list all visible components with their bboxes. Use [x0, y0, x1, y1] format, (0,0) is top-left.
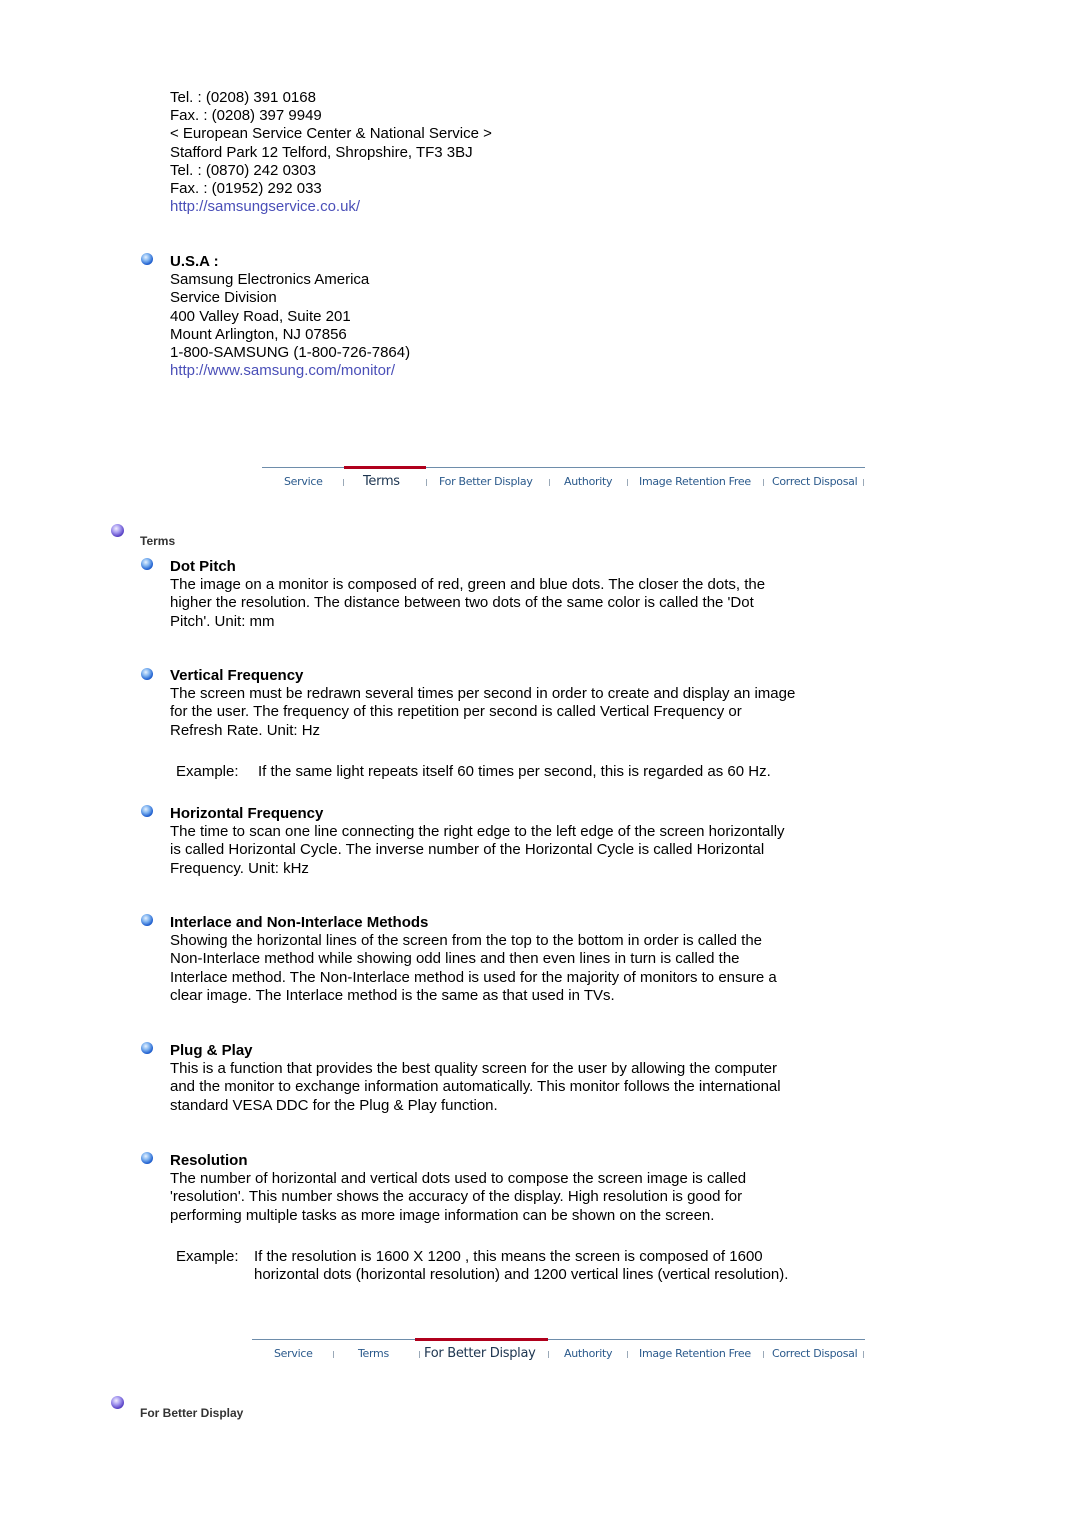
nav-tab-correct-disposal[interactable]: Correct Disposal [772, 1347, 858, 1360]
nav-divider-line [252, 1339, 865, 1340]
usa-heading: U.S.A : [170, 253, 219, 270]
section-label-for-better-display: For Better Display [140, 1406, 244, 1420]
bullet-icon [141, 914, 153, 926]
example-label: Example: [176, 1248, 239, 1265]
term-text: Frequency. Unit: kHz [170, 859, 309, 877]
nav-tab-authority[interactable]: Authority [564, 1347, 613, 1360]
nav-separator [627, 479, 628, 486]
nav-separator [763, 1351, 764, 1358]
usa-line: 1-800-SAMSUNG (1-800-726-7864) [170, 344, 411, 362]
uk-line: Stafford Park 12 Telford, Shropshire, TF… [170, 143, 473, 161]
uk-service-block: Tel. : (0208) 391 0168 Fax. : (0208) 397… [170, 89, 492, 216]
nav-separator [763, 479, 764, 486]
term-text: The image on a monitor is composed of re… [170, 576, 766, 594]
term-title: Horizontal Frequency [170, 805, 324, 822]
nav-separator [863, 1351, 864, 1358]
nav-separator [548, 1351, 549, 1358]
nav-tab-image-retention-free[interactable]: Image Retention Free [639, 475, 751, 488]
uk-line: Tel. : (0870) 242 0303 [170, 161, 316, 179]
section-bullet-icon [111, 524, 124, 537]
nav-tab-terms[interactable]: Terms [363, 474, 400, 489]
term-text: Showing the horizontal lines of the scre… [170, 932, 763, 950]
nav-separator [549, 479, 550, 486]
nav-active-indicator [344, 466, 426, 469]
example-label: Example: [176, 763, 239, 780]
nav-separator [333, 1351, 334, 1358]
nav-tab-service[interactable]: Service [284, 475, 323, 488]
bullet-icon [141, 1042, 153, 1054]
term-title: Interlace and Non-Interlace Methods [170, 914, 429, 931]
usa-line: Service Division [170, 289, 277, 307]
nav-tab-image-retention-free[interactable]: Image Retention Free [639, 1347, 751, 1360]
usa-service-link[interactable]: http://www.samsung.com/monitor/ [170, 362, 395, 379]
nav-separator [426, 479, 427, 486]
term-title: Resolution [170, 1152, 248, 1169]
nav-tab-correct-disposal[interactable]: Correct Disposal [772, 475, 858, 488]
bullet-icon [141, 805, 153, 817]
usa-line: Mount Arlington, NJ 07856 [170, 325, 347, 343]
term-text: Non-Interlace method while showing odd l… [170, 950, 740, 968]
term-text: Pitch'. Unit: mm [170, 612, 275, 630]
term-text: Refresh Rate. Unit: Hz [170, 721, 321, 739]
term-text: and the monitor to exchange information … [170, 1078, 781, 1096]
term-text: clear image. The Interlace method is the… [170, 986, 615, 1004]
bullet-icon [141, 668, 153, 680]
nav-bar-terms: Service Terms For Better Display Authori… [262, 466, 865, 497]
usa-line: Samsung Electronics America [170, 271, 370, 289]
uk-line: < European Service Center & National Ser… [170, 125, 492, 143]
term-text: The screen must be redrawn several times… [170, 685, 796, 703]
term-text: performing multiple tasks as more image … [170, 1206, 715, 1224]
term-dot-pitch: Dot Pitch The image on a monitor is comp… [170, 558, 870, 631]
section-bullet-icon [111, 1396, 124, 1409]
bullet-icon [141, 558, 153, 570]
example-line: If the resolution is 1600 X 1200 , this … [254, 1248, 763, 1265]
nav-tab-authority[interactable]: Authority [564, 475, 613, 488]
nav-separator [863, 479, 864, 486]
term-title: Plug & Play [170, 1042, 253, 1059]
term-text: standard VESA DDC for the Plug & Play fu… [170, 1096, 498, 1114]
term-text: 'resolution'. This number shows the accu… [170, 1188, 743, 1206]
nav-separator [627, 1351, 628, 1358]
example-text: If the resolution is 1600 X 1200 , this … [254, 1248, 788, 1284]
nav-separator [343, 479, 344, 486]
uk-line: Tel. : (0208) 391 0168 [170, 89, 316, 106]
nav-tab-for-better-display[interactable]: For Better Display [424, 1346, 536, 1361]
nav-separator [419, 1351, 420, 1358]
bullet-icon [141, 253, 153, 265]
term-title: Vertical Frequency [170, 667, 304, 684]
term-text: for the user. The frequency of this repe… [170, 703, 742, 721]
term-text: The time to scan one line connecting the… [170, 823, 785, 841]
term-text: higher the resolution. The distance betw… [170, 594, 754, 612]
example-text: If the same light repeats itself 60 time… [258, 763, 771, 780]
nav-active-indicator [415, 1338, 548, 1341]
usa-service-block: U.S.A : Samsung Electronics America Serv… [170, 253, 410, 380]
bullet-icon [141, 1152, 153, 1164]
usa-line: 400 Valley Road, Suite 201 [170, 307, 351, 325]
nav-bar-for-better-display: Service Terms For Better Display Authori… [252, 1338, 865, 1369]
term-vertical-frequency: Vertical Frequency The screen must be re… [170, 667, 870, 740]
term-plug-and-play: Plug & Play This is a function that prov… [170, 1042, 870, 1115]
term-text: The number of horizontal and vertical do… [170, 1170, 747, 1188]
term-text: This is a function that provides the bes… [170, 1060, 777, 1078]
term-resolution: Resolution The number of horizontal and … [170, 1152, 870, 1225]
uk-line: Fax. : (01952) 292 033 [170, 180, 322, 198]
term-text: Interlace method. The Non-Interlace meth… [170, 968, 777, 986]
term-horizontal-frequency: Horizontal Frequency The time to scan on… [170, 805, 870, 878]
section-label-terms: Terms [140, 534, 176, 548]
term-title: Dot Pitch [170, 558, 236, 575]
nav-tab-for-better-display[interactable]: For Better Display [439, 475, 533, 488]
nav-tab-service[interactable]: Service [274, 1347, 313, 1360]
uk-line: Fax. : (0208) 397 9949 [170, 107, 322, 125]
nav-tab-terms[interactable]: Terms [358, 1347, 389, 1360]
uk-service-link[interactable]: http://samsungservice.co.uk/ [170, 198, 360, 215]
term-text: is called Horizontal Cycle. The inverse … [170, 841, 765, 859]
term-interlace: Interlace and Non-Interlace Methods Show… [170, 914, 870, 1005]
example-line: horizontal dots (horizontal resolution) … [254, 1266, 789, 1284]
